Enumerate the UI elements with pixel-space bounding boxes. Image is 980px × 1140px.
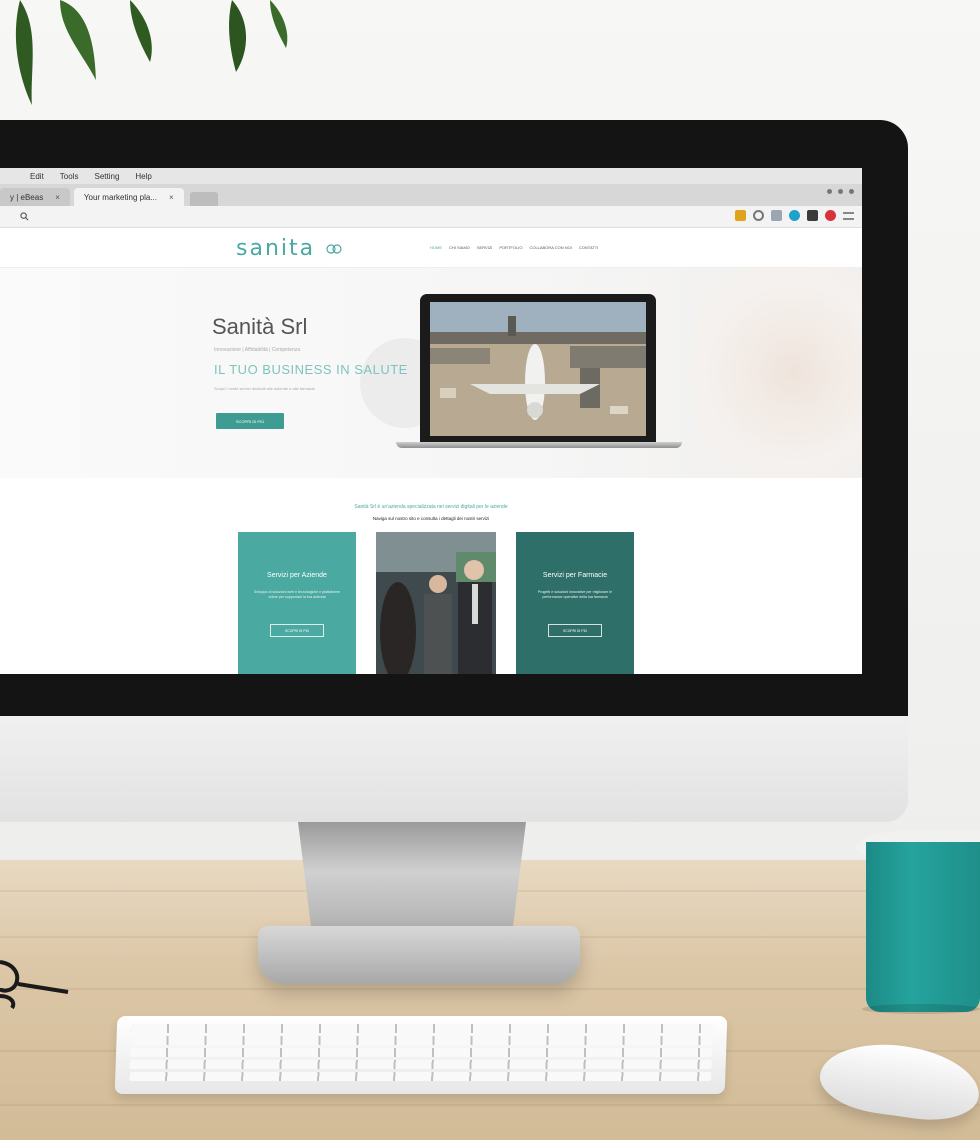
intro-headline: Sanità Srl è un'azienda specializzata ne… (354, 504, 508, 510)
hero-tagline: Innovazione | Affidabilità | Competenza (214, 347, 301, 353)
plant-leaves (15, 0, 288, 105)
square-icon[interactable] (807, 210, 818, 221)
nav-portfolio[interactable]: PORTFOLIO (499, 245, 522, 250)
card-description: Progetti e soluzioni innovative per migl… (537, 590, 613, 600)
monitor-screen: Edit Tools Setting Help y | eBeas × Your… (0, 168, 862, 674)
nav-contatti[interactable]: CONTATTI (579, 245, 598, 250)
site-logo[interactable]: sanita (236, 236, 342, 261)
airport-photo (430, 302, 646, 436)
close-icon[interactable]: × (55, 193, 60, 202)
close-icon[interactable]: × (169, 193, 174, 202)
site-header: sanita HOME CHI SIAMO SERVIZI PORTFOLIO … (0, 228, 862, 268)
card-aziende: Servizi per Aziende Sviluppo di soluzion… (238, 532, 356, 674)
laptop-base (396, 442, 682, 448)
search-icon (20, 212, 29, 221)
card-button[interactable]: SCOPRI DI PIÙ (270, 624, 324, 637)
close-window-icon[interactable] (849, 189, 854, 194)
hero-headline: IL TUO BUSINESS IN SALUTE (214, 362, 408, 377)
monitor-chin (0, 716, 908, 822)
hero-title: Sanità Srl (212, 314, 308, 339)
nav-home[interactable]: HOME (430, 245, 442, 250)
new-tab-button[interactable] (189, 192, 218, 206)
window-controls (827, 189, 854, 194)
maximize-icon[interactable] (838, 189, 843, 194)
card-description: Sviluppo di soluzioni web e tecnologiche… (253, 590, 341, 600)
hero-section: Sanità Srl Innovazione | Affidabilità | … (0, 268, 862, 478)
hero-background-image (690, 268, 862, 478)
card-farmacie: Servizi per Farmacie Progetti e soluzion… (516, 532, 634, 674)
logo-mark-icon (326, 244, 342, 254)
nav-servizi[interactable]: SERVIZI (477, 245, 493, 250)
card-title: Servizi per Aziende (267, 572, 327, 579)
mug-shadow (862, 1004, 980, 1014)
menu-tools[interactable]: Tools (60, 172, 79, 181)
menu-icon[interactable] (843, 211, 854, 220)
teal-mug (866, 842, 980, 1012)
nav-chi-siamo[interactable]: CHI SIAMO (449, 245, 470, 250)
website-page: sanita HOME CHI SIAMO SERVIZI PORTFOLIO … (0, 228, 862, 674)
card-title: Servizi per Farmacie (542, 572, 608, 579)
minimize-icon[interactable] (827, 189, 832, 194)
hero-description: Scopri i nostri servizi dedicati alle az… (214, 386, 316, 391)
card-button[interactable]: SCOPRI DI PIÙ (548, 624, 602, 637)
browser-menubar: Edit Tools Setting Help (0, 168, 862, 184)
menu-edit[interactable]: Edit (30, 172, 44, 181)
record-icon[interactable] (825, 210, 836, 221)
reload-icon[interactable] (753, 210, 764, 221)
feed-icon[interactable] (771, 210, 782, 221)
event-photo (376, 532, 496, 674)
glasses (0, 960, 69, 1010)
menu-help[interactable]: Help (135, 172, 151, 181)
logo-text: sanita (236, 236, 316, 261)
address-bar[interactable] (0, 206, 862, 228)
monitor-stand-base (258, 926, 580, 984)
site-nav: HOME CHI SIAMO SERVIZI PORTFOLIO COLLABO… (430, 245, 598, 250)
tab-label: Your marketing pla... (83, 192, 157, 202)
tab-ebeas[interactable]: y | eBeas × (0, 188, 70, 206)
extension-icons (735, 210, 854, 221)
monitor-stand (298, 822, 526, 932)
intro-subline: Naviga sul nostro sito e consulta i dett… (372, 516, 490, 521)
star-icon[interactable] (735, 210, 746, 221)
browser-tabbar: y | eBeas × Your marketing pla... × (0, 184, 862, 206)
hero-cta-button[interactable]: SCOPRI DI PIÙ (216, 413, 284, 429)
menu-setting[interactable]: Setting (94, 172, 119, 181)
nav-collabora[interactable]: COLLABORA CON NOI (529, 245, 571, 250)
tab-marketing[interactable]: Your marketing pla... × (73, 188, 184, 206)
circle-icon[interactable] (789, 210, 800, 221)
keyboard (114, 1016, 728, 1094)
tab-label: y | eBeas (10, 192, 44, 202)
